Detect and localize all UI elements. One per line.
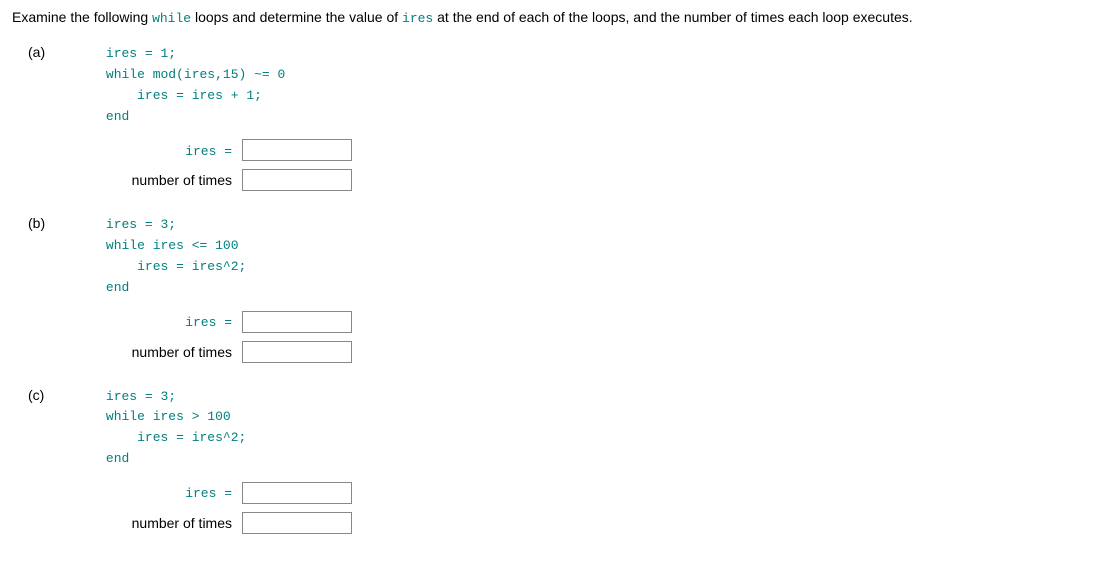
code-line: ires = ires^2; (106, 428, 246, 449)
instruction-prefix: Examine the following (12, 9, 152, 25)
answer-input-ires[interactable] (242, 482, 352, 504)
problem-label: (c) (12, 387, 102, 403)
code-block: ires = 3; while ires > 100 ires = ires^2… (106, 387, 246, 470)
code-line: ires = 1; (106, 44, 285, 65)
code-block: ires = 3; while ires <= 100 ires = ires^… (106, 215, 246, 298)
instruction-text: Examine the following while loops and de… (12, 8, 1105, 28)
answer-label: number of times (52, 344, 242, 360)
code-line: while mod(ires,15) ~= 0 (106, 65, 285, 86)
answer-section: ires = number of times (52, 482, 1105, 534)
answer-label-code: ires = (185, 486, 232, 501)
code-line: ires = ires + 1; (106, 86, 285, 107)
answer-row-ires: ires = (52, 139, 1105, 161)
code-block: ires = 1; while mod(ires,15) ~= 0 ires =… (106, 44, 285, 127)
problem-c: (c) ires = 3; while ires > 100 ires = ir… (12, 387, 1105, 534)
answer-label-text: number of times (132, 172, 232, 188)
answer-row-ires: ires = (52, 482, 1105, 504)
answer-label: ires = (52, 313, 242, 330)
answer-input-times[interactable] (242, 341, 352, 363)
answer-section: ires = number of times (52, 311, 1105, 363)
instruction-code2: ires (402, 11, 433, 26)
code-line: end (106, 278, 246, 299)
code-line: while ires > 100 (106, 407, 246, 428)
problem-label: (b) (12, 215, 102, 231)
answer-input-times[interactable] (242, 512, 352, 534)
instruction-suffix: at the end of each of the loops, and the… (433, 9, 912, 25)
answer-label-text: number of times (132, 344, 232, 360)
problem-b: (b) ires = 3; while ires <= 100 ires = i… (12, 215, 1105, 362)
answer-label-text: number of times (132, 515, 232, 531)
answer-row-times: number of times (52, 512, 1105, 534)
code-line: end (106, 107, 285, 128)
code-line: ires = 3; (106, 215, 246, 236)
instruction-code1: while (152, 11, 191, 26)
code-line: while ires <= 100 (106, 236, 246, 257)
answer-input-times[interactable] (242, 169, 352, 191)
instruction-mid1: loops and determine the value of (191, 9, 402, 25)
answer-row-times: number of times (52, 169, 1105, 191)
answer-label: number of times (52, 172, 242, 188)
problem-label: (a) (12, 44, 102, 60)
answer-row-times: number of times (52, 341, 1105, 363)
problem-a: (a) ires = 1; while mod(ires,15) ~= 0 ir… (12, 44, 1105, 191)
answer-label-code: ires = (185, 315, 232, 330)
answer-input-ires[interactable] (242, 311, 352, 333)
code-line: ires = 3; (106, 387, 246, 408)
answer-row-ires: ires = (52, 311, 1105, 333)
answer-label: ires = (52, 484, 242, 501)
answer-label: number of times (52, 515, 242, 531)
code-line: end (106, 449, 246, 470)
code-line: ires = ires^2; (106, 257, 246, 278)
answer-label-code: ires = (185, 144, 232, 159)
answer-label: ires = (52, 142, 242, 159)
answer-input-ires[interactable] (242, 139, 352, 161)
answer-section: ires = number of times (52, 139, 1105, 191)
